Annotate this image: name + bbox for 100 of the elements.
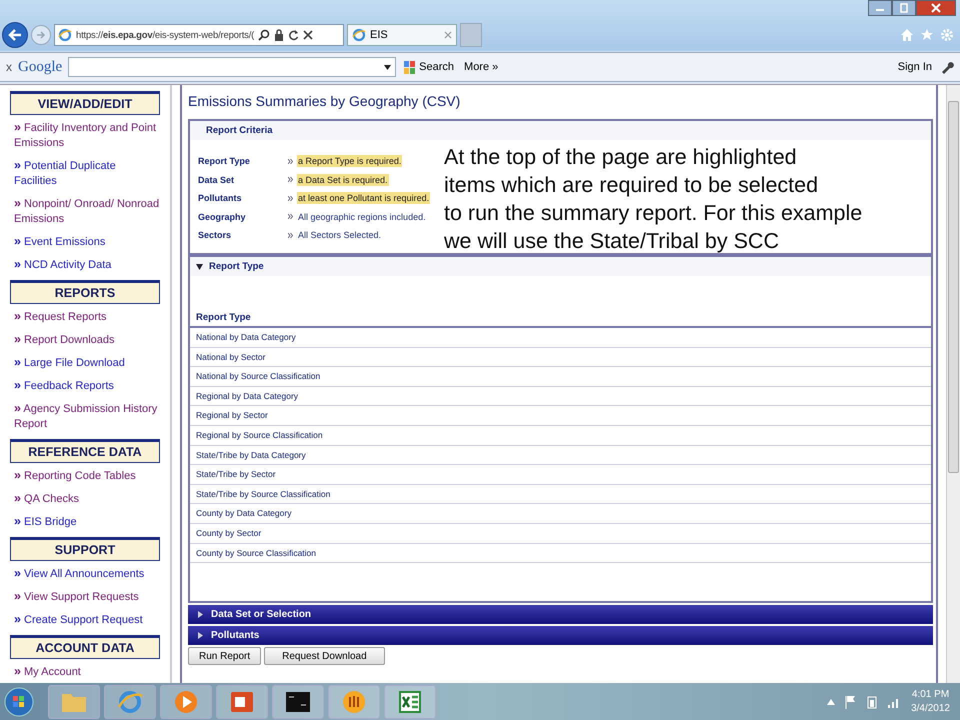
sign-in-button[interactable]: Sign In [896, 61, 934, 73]
panel-header[interactable]: Pollutants [188, 626, 933, 645]
home-icon[interactable] [900, 28, 914, 42]
report-type-row[interactable]: County by Sector [190, 524, 931, 544]
expanded-triangle-icon [196, 264, 203, 270]
report-type-row[interactable]: National by Sector [190, 348, 931, 368]
chevron-icon [288, 196, 293, 201]
nav-link[interactable]: » Request Reports [10, 309, 160, 325]
taskbar-item[interactable] [216, 684, 268, 718]
app-icon [341, 688, 367, 714]
nav-link[interactable]: » Potential Duplicate Facilities [10, 158, 160, 189]
action-button[interactable]: Request Download [264, 647, 385, 665]
nav-link[interactable]: » NCD Activity Data [10, 257, 160, 273]
criteria-label: Sectors [198, 230, 232, 240]
terminal-icon [285, 690, 311, 712]
minimize-button[interactable] [868, 0, 892, 16]
search-icon[interactable] [258, 29, 270, 41]
criteria-value: at least one Pollutant is required. [297, 192, 430, 204]
browser-icon [58, 28, 72, 42]
back-arrow-icon [8, 28, 22, 42]
lock-icon [274, 29, 284, 41]
criteria-value: All geographic regions included. [297, 210, 427, 223]
scrollbar[interactable] [946, 85, 960, 683]
section-heading: ACCOUNT DATA [10, 635, 160, 659]
clock-date: 3/4/2012 [911, 702, 950, 716]
criteria-value: All Sectors Selected. [297, 229, 382, 242]
action-button[interactable]: Run Report [188, 647, 262, 665]
nav-link[interactable]: » Report Downloads [10, 332, 160, 348]
more-button[interactable]: More » [462, 61, 500, 73]
nav-link[interactable]: » Event Emissions [10, 234, 160, 250]
annotation-line: to run the summary report. For this example [444, 200, 862, 227]
criteria-value: a Report Type is required. [297, 155, 402, 168]
section-heading: VIEW/ADD/EDIT [10, 91, 160, 115]
section-heading: SUPPORT [10, 537, 160, 561]
nav-link[interactable]: » View Support Requests [10, 589, 160, 605]
search-button[interactable]: Search [402, 60, 456, 74]
criteria-label: Geography [198, 212, 247, 222]
show-hidden-icon[interactable] [827, 698, 836, 704]
report-type-row[interactable]: State/Tribe by Sector [190, 465, 931, 485]
report-type-row[interactable]: National by Data Category [190, 328, 931, 348]
search-field[interactable] [68, 57, 396, 77]
play-icon [173, 688, 199, 714]
nav-link[interactable]: » Feedback Reports [10, 378, 160, 394]
panel-header[interactable]: Report Type [190, 257, 931, 276]
forward-arrow-icon [36, 30, 46, 40]
nav-link[interactable]: » View All Announcements [10, 566, 160, 582]
close-button[interactable] [916, 0, 956, 16]
report-type-row[interactable]: Regional by Sector [190, 406, 931, 426]
panel-header[interactable]: Data Set or Selection [188, 605, 933, 624]
nav-link[interactable]: » Nonpoint/ Onroad/ Nonroad Emissions [10, 196, 160, 227]
panel-title: Report Criteria [190, 121, 931, 140]
forward-button[interactable] [31, 25, 51, 45]
report-type-row[interactable]: State/Tribe by Data Category [190, 446, 931, 466]
nav-link[interactable]: » Large File Download [10, 355, 160, 371]
nav-link[interactable]: » Create Support Request [10, 612, 160, 628]
clock-time: 4:01 PM [912, 688, 950, 702]
toolbar-logo: Google [18, 58, 62, 76]
annotation-line: At the top of the page are highlighted [444, 144, 798, 171]
chevron-icon [288, 158, 293, 164]
chevron-icon [288, 232, 293, 238]
nav-link[interactable]: » QA Checks [10, 491, 160, 507]
star-icon[interactable] [920, 28, 934, 42]
chevron-icon [288, 177, 293, 182]
report-type-row[interactable]: Regional by Data Category [190, 386, 931, 406]
criteria-label: Report Type [198, 156, 251, 166]
grid-icon [404, 60, 416, 74]
toolbar-close[interactable]: x [6, 60, 12, 74]
report-type-row[interactable]: State/Tribe by Source Classification [190, 484, 931, 504]
nav-link[interactable]: » Agency Submission History Report [10, 401, 160, 432]
report-type-row[interactable]: County by Source Classification [190, 544, 931, 564]
section-heading: REPORTS [10, 280, 160, 304]
nav-link[interactable]: » Facility Inventory and Point Emissions [10, 120, 160, 151]
column-heading: Report Type [190, 276, 931, 328]
back-button[interactable] [2, 22, 28, 48]
close-icon[interactable] [444, 31, 452, 39]
spreadsheet-icon [397, 688, 423, 714]
wrench-icon[interactable] [940, 60, 954, 74]
nav-link[interactable]: » Reporting Code Tables [10, 468, 160, 484]
annotation-line: we will use the State/Tribal by SCC [444, 228, 780, 255]
battery-icon[interactable] [867, 694, 878, 708]
url-text: https://eis.epa.gov/eis-system-web/reports/( [76, 30, 254, 40]
taskbar-item[interactable] [272, 684, 324, 718]
stop-icon[interactable] [303, 30, 314, 40]
restore-button[interactable] [892, 0, 916, 16]
browser-tab[interactable]: EIS [347, 24, 457, 46]
report-type-row[interactable]: County by Data Category [190, 504, 931, 524]
dropdown-icon[interactable] [384, 64, 392, 70]
flag-icon[interactable] [845, 694, 858, 708]
refresh-icon[interactable] [288, 29, 300, 41]
browser-icon [117, 688, 143, 714]
address-bar[interactable]: https://eis.epa.gov/eis-system-web/reports/( [54, 24, 344, 46]
report-type-row[interactable]: National by Source Classification [190, 367, 931, 387]
chevron-icon [288, 214, 293, 220]
nav-link[interactable]: » EIS Bridge [10, 514, 160, 530]
taskbar-item[interactable] [384, 684, 436, 718]
report-type-row[interactable]: Regional by Source Classification [190, 426, 931, 446]
start-button[interactable] [4, 686, 34, 716]
nav-link[interactable]: » My Account [10, 664, 160, 680]
settings-icon[interactable] [940, 28, 954, 42]
page-title: Emissions Summaries by Geography (CSV) [188, 93, 462, 109]
